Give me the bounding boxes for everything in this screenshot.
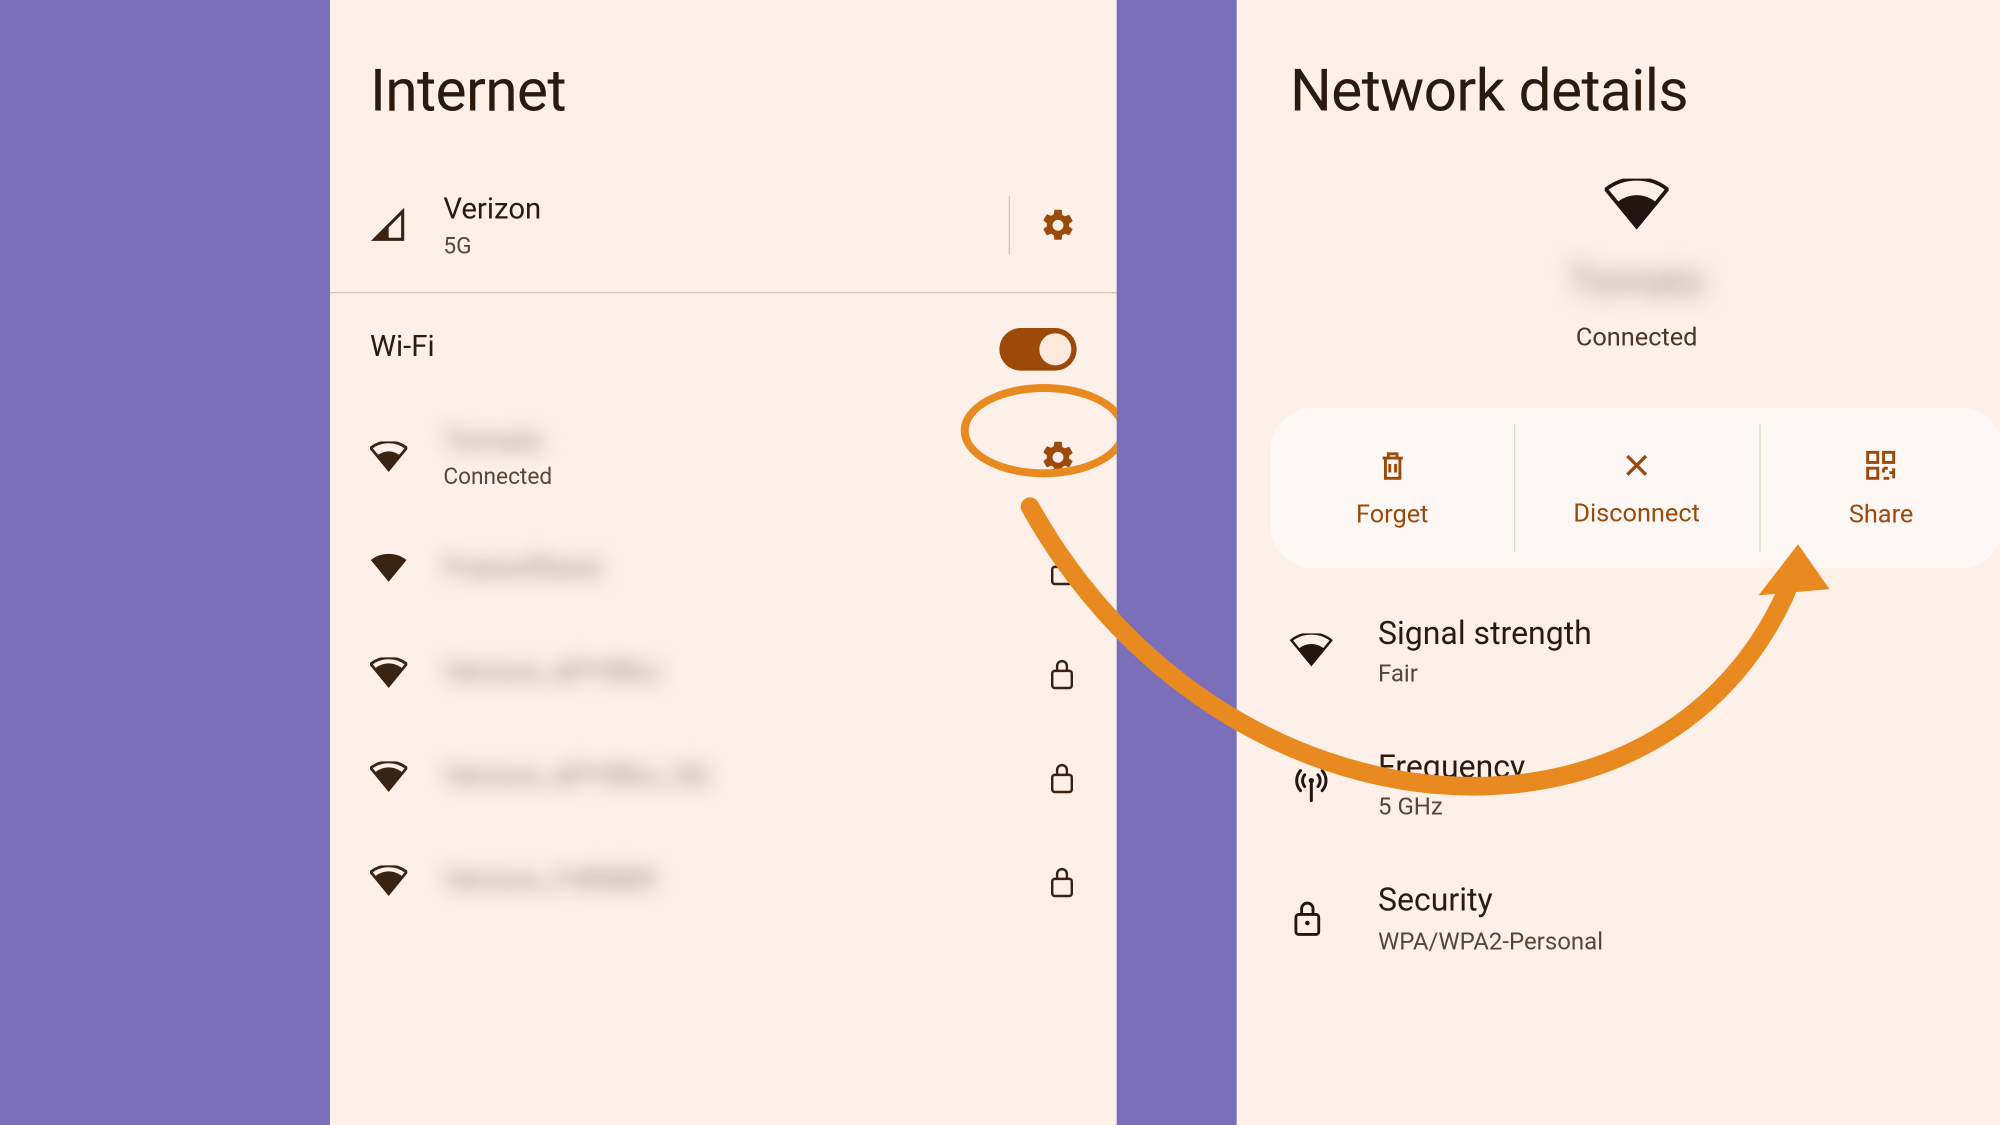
wifi-network-row[interactable]: Verizon_F4R8B9 [330,830,1117,934]
network-action-bar: Forget Disconnect Share [1270,408,2000,568]
signal-label: Signal strength [1378,613,1983,655]
network-status: Connected [1576,321,1698,352]
network-settings-button[interactable] [1039,439,1076,476]
lock-icon [1047,760,1076,795]
wifi-network-row[interactable]: Verizon_6PY8NJ [330,622,1117,726]
forget-button[interactable]: Forget [1270,408,1514,568]
gear-icon [1039,439,1076,476]
lock-icon [1047,656,1076,691]
lock-icon [1290,898,1378,938]
security-value: WPA/WPA2-Personal [1378,927,1983,955]
wifi-icon [370,866,443,898]
forget-label: Forget [1356,498,1429,529]
gear-icon [1039,207,1076,244]
share-label: Share [1849,498,1914,529]
frequency-label: Frequency [1378,747,1983,789]
wifi-toggle[interactable] [999,327,1076,370]
wifi-label: Wi-Fi [370,330,973,368]
network-status: Connected [443,464,1012,491]
security-label: Security [1378,881,1983,923]
signal-strength-row[interactable]: Signal strength Fair [1237,584,2000,718]
wifi-icon [370,554,443,586]
wifi-icon [1290,633,1378,668]
network-ssid: Verizon_6PY8NJ [443,655,1020,693]
internet-settings-panel: Internet Verizon 5G Wi-Fi [330,0,1117,1125]
wifi-network-row[interactable]: Tomato Connected [330,397,1117,518]
carrier-tech: 5G [443,233,982,260]
security-row[interactable]: Security WPA/WPA2-Personal [1237,851,2000,985]
signal-value: Fair [1378,660,1983,688]
lock-icon [1047,552,1076,587]
wifi-network-row[interactable]: Verizon_6PY8NJ_5G [330,726,1117,830]
antenna-icon [1290,764,1378,804]
close-icon [1621,449,1653,481]
carrier-name: Verizon [443,192,982,230]
lock-icon [1047,864,1076,899]
frequency-row[interactable]: Frequency 5 GHz [1237,718,2000,852]
carrier-row[interactable]: Verizon 5G [330,165,1117,292]
wifi-icon [370,762,443,794]
wifi-icon [370,658,443,690]
trash-icon [1375,447,1410,482]
network-ssid: Tomato [1568,259,1705,306]
wifi-icon [1605,179,1669,238]
wifi-icon [370,441,443,473]
share-button[interactable]: Share [1759,408,2000,568]
frequency-value: 5 GHz [1378,794,1983,822]
vertical-divider [1009,196,1010,255]
wifi-network-row[interactable]: Freewifibest [330,518,1117,622]
carrier-settings-button[interactable] [1039,207,1076,244]
network-ssid: Tomato [443,423,1012,461]
wifi-toggle-row: Wi-Fi [330,293,1117,397]
qr-code-icon [1864,447,1899,482]
page-title-internet: Internet [330,0,1117,165]
network-ssid: Verizon_6PY8NJ_5G [443,759,1020,797]
network-ssid: Verizon_F4R8B9 [443,863,1020,901]
disconnect-label: Disconnect [1573,497,1700,528]
disconnect-button[interactable]: Disconnect [1514,408,1758,568]
network-header: Tomato Connected [1237,165,2000,381]
page-title-network-details: Network details [1237,0,2000,165]
network-details-panel: Network details Tomato Connected Forget … [1237,0,2000,1125]
network-ssid: Freewifibest [443,551,1020,589]
cellular-signal-icon [370,207,443,244]
